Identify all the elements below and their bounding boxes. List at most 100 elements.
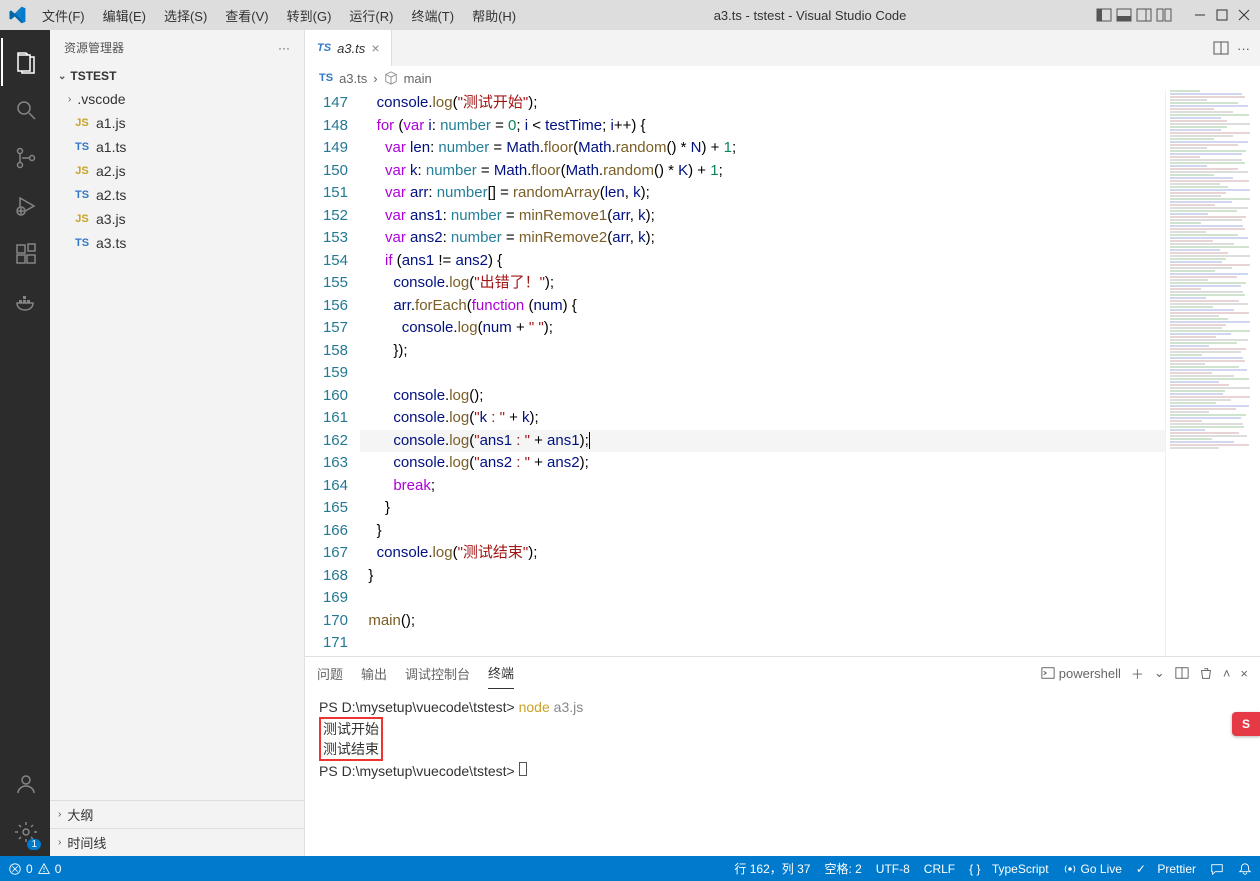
status-golive[interactable]: Go Live (1063, 862, 1122, 876)
sidebar-outline[interactable]: ›大纲 (50, 800, 304, 828)
vscode-logo-icon (8, 6, 26, 24)
toggle-secondary-sidebar-icon[interactable] (1136, 7, 1152, 23)
breadcrumb-separator: › (373, 71, 377, 86)
activity-scm[interactable] (1, 134, 49, 182)
error-icon (8, 862, 22, 876)
menu-bar: 文件(F) 编辑(E) 选择(S) 查看(V) 转到(G) 运行(R) 终端(T… (34, 2, 524, 29)
code-editor[interactable]: 1471481491501511521531541551561571581591… (305, 90, 1260, 656)
editor-group: TS a3.ts × ··· TS a3.ts › main 147148149… (305, 30, 1260, 856)
explorer-project-header[interactable]: ⌄ TSTEST (50, 65, 304, 87)
kill-terminal-icon[interactable] (1199, 666, 1213, 680)
toggle-primary-sidebar-icon[interactable] (1096, 7, 1112, 23)
ime-indicator[interactable]: S (1232, 712, 1260, 736)
menu-view[interactable]: 查看(V) (217, 2, 276, 29)
activity-explorer[interactable] (1, 38, 49, 86)
chevron-right-icon: › (68, 94, 71, 105)
panel-tab-terminal[interactable]: 终端 (488, 657, 514, 689)
bell-icon (1238, 862, 1252, 876)
panel-tab-output[interactable]: 输出 (361, 658, 387, 689)
split-editor-icon[interactable] (1213, 40, 1229, 56)
status-bell[interactable] (1238, 862, 1252, 876)
activity-debug[interactable] (1, 182, 49, 230)
editor-more-icon[interactable]: ··· (1237, 41, 1250, 56)
window-title: a3.ts - tstest - Visual Studio Code (524, 8, 1096, 23)
chevron-down-icon: ⌄ (58, 71, 66, 82)
activity-docker[interactable] (1, 278, 49, 326)
breadcrumb-symbol: main (404, 71, 432, 86)
activity-search[interactable] (1, 86, 49, 134)
tree-file[interactable]: TSa2.ts (50, 183, 304, 207)
activity-account[interactable] (1, 760, 49, 808)
activity-settings[interactable]: 1 (1, 808, 49, 856)
menu-run[interactable]: 运行(R) (341, 2, 401, 29)
ts-file-icon: TS (319, 72, 333, 84)
sidebar-more-icon[interactable]: ··· (278, 41, 290, 55)
tab-label: a3.ts (337, 41, 365, 56)
js-file-icon: JS (74, 117, 90, 129)
terminal-shell-label[interactable]: powershell (1041, 666, 1121, 681)
code-content[interactable]: console.log("测试开始"); for (var i: number … (360, 90, 1165, 656)
feedback-icon (1210, 862, 1224, 876)
file-tree: ›.vscode JSa1.js TSa1.ts JSa2.js TSa2.ts… (50, 87, 304, 800)
tree-folder-vscode[interactable]: ›.vscode (50, 87, 304, 111)
tree-file[interactable]: JSa3.js (50, 207, 304, 231)
menu-file[interactable]: 文件(F) (34, 2, 93, 29)
status-errors[interactable]: 0 0 (8, 862, 61, 876)
tree-file[interactable]: JSa2.js (50, 159, 304, 183)
menu-goto[interactable]: 转到(G) (279, 2, 340, 29)
new-terminal-icon[interactable]: ＋ (1131, 664, 1144, 683)
project-name: TSTEST (70, 69, 116, 83)
toggle-panel-icon[interactable] (1116, 7, 1132, 23)
terminal-body[interactable]: PS D:\mysetup\vuecode\tstest> node a3.js… (305, 689, 1260, 856)
line-gutter: 1471481491501511521531541551561571581591… (305, 90, 360, 656)
tree-file[interactable]: TSa1.ts (50, 135, 304, 159)
tab-a3ts[interactable]: TS a3.ts × (305, 30, 392, 66)
menu-edit[interactable]: 编辑(E) (95, 2, 154, 29)
customize-layout-icon[interactable] (1156, 7, 1172, 23)
editor-tabs: TS a3.ts × ··· (305, 30, 1260, 66)
status-language[interactable]: { } TypeScript (969, 862, 1048, 876)
sidebar-timeline[interactable]: ›时间线 (50, 828, 304, 856)
breadcrumb[interactable]: TS a3.ts › main (305, 66, 1260, 90)
close-button[interactable] (1236, 7, 1252, 23)
status-ln-col[interactable]: 行 162，列 37 (734, 860, 810, 877)
chevron-right-icon: › (58, 809, 61, 820)
tab-close-icon[interactable]: × (371, 40, 379, 56)
status-encoding[interactable]: UTF-8 (876, 862, 910, 876)
terminal-dropdown-icon[interactable]: ⌄ (1154, 665, 1165, 681)
ts-file-icon: TS (74, 189, 90, 201)
terminal-prompt: PS D:\mysetup\vuecode\tstest> (319, 763, 515, 779)
panel-close-icon[interactable]: × (1240, 666, 1248, 681)
layout-controls (1096, 7, 1172, 23)
maximize-button[interactable] (1214, 7, 1230, 23)
terminal-cursor (519, 762, 527, 776)
panel-tab-debug[interactable]: 调试控制台 (405, 658, 470, 689)
chevron-right-icon: › (58, 837, 61, 848)
panel-maximize-icon[interactable]: ˄ (1223, 666, 1231, 681)
status-prettier[interactable]: ✓ Prettier (1136, 862, 1196, 876)
status-spaces[interactable]: 空格: 2 (824, 860, 861, 877)
symbol-function-icon (384, 71, 398, 85)
js-file-icon: JS (74, 165, 90, 177)
split-terminal-icon[interactable] (1175, 666, 1189, 680)
terminal-prompt: PS D:\mysetup\vuecode\tstest> (319, 699, 515, 715)
status-eol[interactable]: CRLF (924, 862, 955, 876)
sidebar-title: 资源管理器 (64, 39, 124, 56)
panel-tab-problems[interactable]: 问题 (317, 658, 343, 689)
minimize-button[interactable] (1192, 7, 1208, 23)
menu-help[interactable]: 帮助(H) (464, 2, 524, 29)
terminal-output-highlight: 测试开始测试结束 (319, 717, 383, 761)
js-file-icon: JS (74, 213, 90, 225)
ts-file-icon: TS (317, 42, 331, 54)
minimap[interactable] (1165, 90, 1260, 656)
status-feedback[interactable] (1210, 862, 1224, 876)
menu-select[interactable]: 选择(S) (156, 2, 215, 29)
status-bar: 0 0 行 162，列 37 空格: 2 UTF-8 CRLF { } Type… (0, 856, 1260, 881)
warning-icon (37, 862, 51, 876)
menu-terminal[interactable]: 终端(T) (403, 2, 462, 29)
tree-file[interactable]: TSa3.ts (50, 231, 304, 255)
bottom-panel: 问题 输出 调试控制台 终端 powershell ＋ ⌄ ˄ × PS D:\… (305, 656, 1260, 856)
window-controls (1192, 7, 1252, 23)
activity-extensions[interactable] (1, 230, 49, 278)
tree-file[interactable]: JSa1.js (50, 111, 304, 135)
